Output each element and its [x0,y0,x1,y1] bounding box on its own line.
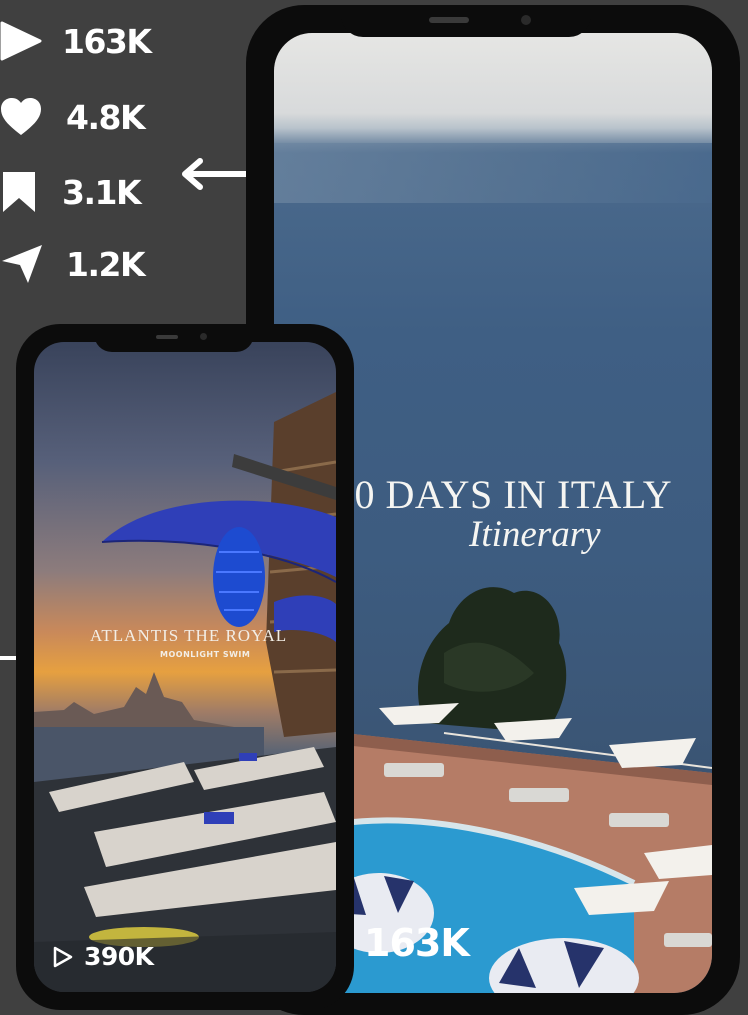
main-video-views: 163K [364,921,470,965]
main-video-title: 10 DAYS IN ITALY [334,472,673,517]
play-icon [0,21,42,61]
second-video-screen[interactable]: ATLANTIS THE ROYAL MOONLIGHT SWIM 390K [34,342,336,992]
shares-count: 1.2K [66,244,146,284]
camera-icon [521,15,531,25]
second-video-views-count: 390K [84,942,154,971]
speaker-grille-small [156,335,178,339]
play-outline-icon [53,946,73,967]
second-video-phone[interactable]: ATLANTIS THE ROYAL MOONLIGHT SWIM 390K [16,324,354,1010]
speaker-grille [429,17,469,23]
second-video-subtitle: MOONLIGHT SWIM [160,650,251,659]
phone-notch [341,5,591,37]
second-video-title: ATLANTIS THE ROYAL [90,626,288,645]
views-count: 163K [62,21,152,61]
saves-stat: 3.1K [0,170,142,214]
saves-count: 3.1K [62,172,142,212]
main-video-subtitle: Itinerary [469,514,601,555]
camera-icon-small [200,333,207,340]
bookmark-icon [3,172,35,212]
shares-stat: 1.2K [0,242,146,286]
likes-stat: 4.8K [0,95,146,139]
connector-line [0,656,16,660]
send-icon [2,245,42,283]
phone-notch-small [94,324,254,352]
heart-icon [1,98,41,135]
likes-count: 4.8K [66,97,146,137]
views-stat: 163K [0,19,152,63]
second-video-views: 390K [52,942,154,971]
stats-panel: 163K 4.8K 3.1K 1.2K [0,0,220,300]
hotel-scene [34,392,336,992]
